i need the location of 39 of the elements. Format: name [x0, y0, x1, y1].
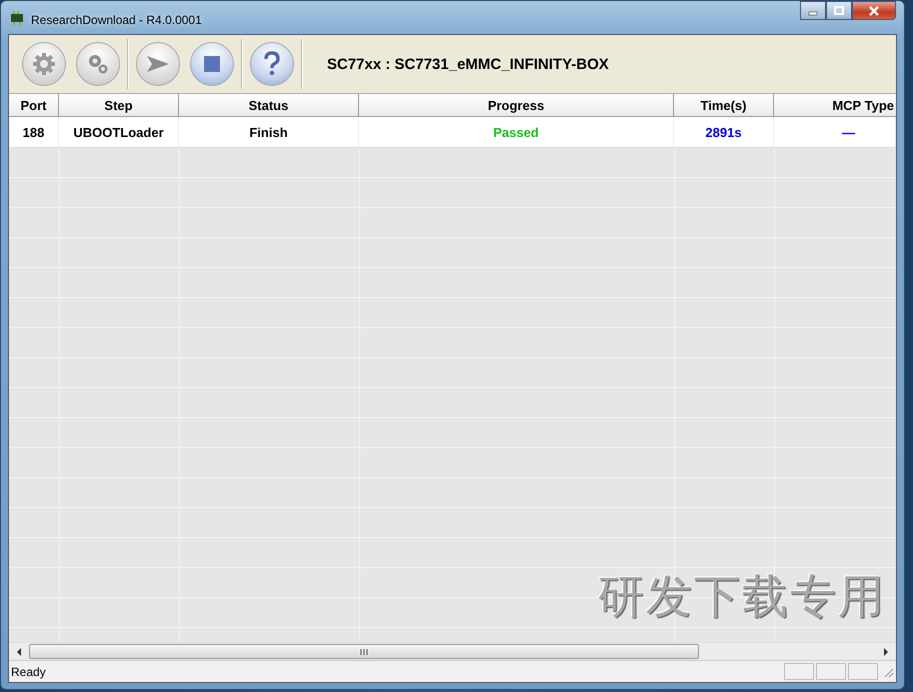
left-arrow-icon	[15, 648, 23, 656]
maximize-icon	[834, 6, 844, 16]
chip-icon	[9, 10, 25, 26]
column-header[interactable]: Step	[59, 94, 179, 116]
maximize-button[interactable]	[826, 1, 852, 20]
status-pane	[784, 663, 814, 680]
grip-icon	[360, 648, 368, 654]
minimize-button[interactable]	[800, 1, 826, 20]
status-pane	[848, 663, 878, 680]
device-label: SC77xx : SC7731_eMMC_INFINITY-BOX	[327, 56, 609, 72]
column-header[interactable]: Status	[179, 94, 359, 116]
help-icon	[263, 51, 281, 77]
column-header[interactable]: MCP Type	[774, 94, 896, 116]
column-header[interactable]: Time(s)	[674, 94, 774, 116]
stop-icon	[203, 55, 221, 73]
horizontal-scrollbar[interactable]	[9, 642, 896, 660]
table-cell: 188	[22, 124, 44, 140]
window-title: ResearchDownload - R4.0.0001	[31, 12, 202, 26]
send-icon	[145, 54, 171, 74]
table-cell: Passed	[493, 124, 539, 140]
overlay-text: 研发下载专用	[598, 568, 886, 625]
gear-icon	[31, 51, 57, 77]
status-pane	[816, 663, 846, 680]
resize-grip-icon[interactable]	[882, 666, 894, 678]
status-text: Ready	[11, 664, 46, 678]
table-cell: —	[842, 124, 855, 140]
table-cell: UBOOTLoader	[73, 124, 164, 140]
table-cell: 2891s	[705, 124, 742, 140]
gears-button[interactable]	[76, 42, 120, 86]
help-button[interactable]	[250, 42, 294, 86]
column-header[interactable]: Progress	[359, 94, 674, 116]
table-cell: Finish	[249, 124, 288, 140]
start-button[interactable]	[136, 42, 180, 86]
close-button[interactable]	[852, 1, 896, 20]
stop-button[interactable]	[190, 42, 234, 86]
close-icon	[868, 6, 880, 16]
settings-button[interactable]	[22, 42, 66, 86]
column-header[interactable]: Port	[9, 94, 59, 116]
right-arrow-icon	[882, 648, 890, 656]
